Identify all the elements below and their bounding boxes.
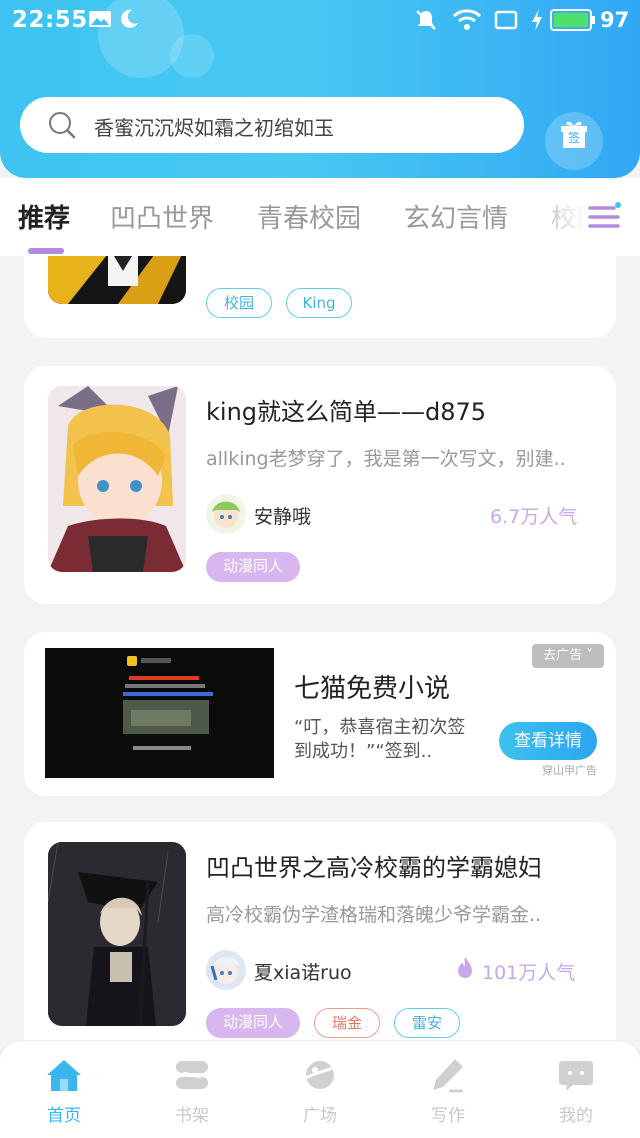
book-title[interactable]: 凹凸世界之高冷校霸的学霸媳妇	[206, 848, 542, 883]
status-bar: 22:55 97	[0, 0, 640, 40]
book-cover	[48, 256, 186, 304]
author-name[interactable]: 安静哦	[254, 502, 311, 529]
status-time: 22:55	[12, 7, 88, 33]
planet-icon	[302, 1061, 338, 1089]
category-tabs: 推荐 凹凸世界 青春校园 玄幻言情 校园	[0, 178, 640, 256]
ad-image	[45, 648, 274, 778]
home-icon	[47, 1060, 81, 1091]
charging-icon	[532, 9, 542, 31]
book-description: 高冷校霸伪学渣格瑞和落魄少爷学霸金..	[206, 904, 542, 926]
book-title[interactable]: king就这么简单——d875	[206, 392, 486, 427]
ad-details-button[interactable]: 查看详情	[499, 722, 597, 760]
bottom-navigation: 首页 书架 广场 写作 我的	[0, 1040, 640, 1138]
search-bar[interactable]: 香蜜沉沉烬如霜之初绾如玉	[20, 97, 524, 153]
app-screen: 22:55 97 香蜜沉沉烬如霜之初绾如玉 签 推荐 凹凸世界 青春校园 玄幻言…	[0, 0, 640, 1138]
book-cover	[48, 842, 186, 1026]
chevron-down-icon: ˅	[582, 648, 593, 663]
nav-mine[interactable]: 我的	[512, 1041, 640, 1138]
cover-art	[48, 842, 186, 1026]
nav-write[interactable]: 写作	[384, 1041, 512, 1138]
tab-fantasy-romance[interactable]: 玄幻言情	[404, 198, 508, 235]
popularity-count: 6.7万人气	[490, 506, 578, 528]
header: 22:55 97 香蜜沉沉烬如霜之初绾如玉 签	[0, 0, 640, 178]
search-icon	[49, 112, 76, 139]
mute-bell-icon	[416, 10, 436, 30]
ad-image-art	[45, 648, 274, 778]
category-menu-icon[interactable]	[588, 200, 622, 234]
tag[interactable]: 瑞金	[314, 1008, 380, 1038]
tag[interactable]: King	[286, 288, 352, 318]
active-tab-indicator	[28, 248, 64, 254]
tab-fade	[520, 178, 640, 256]
nav-label: 书架	[175, 1106, 209, 1126]
wifi-icon	[452, 9, 482, 30]
fire-icon	[458, 957, 472, 978]
author-avatar	[206, 950, 246, 990]
popularity-count: 101万人气	[482, 962, 576, 984]
search-placeholder: 香蜜沉沉烬如霜之初绾如玉	[94, 116, 334, 140]
ad-card[interactable]: 七猫免费小说 “叮，恭喜宿主初次签到成功！”“签到.. 查看详情 去广告 ˅ 穿…	[24, 632, 616, 796]
tab-recommend[interactable]: 推荐	[18, 198, 70, 235]
nav-label: 首页	[47, 1106, 81, 1126]
author-name[interactable]: 夏xia诺ruo	[254, 958, 352, 985]
chat-icon	[559, 1061, 593, 1091]
nav-label: 我的	[559, 1106, 593, 1126]
book-card[interactable]: 凹凸世界之高冷校霸的学霸媳妇 高冷校霸伪学渣格瑞和落魄少爷学霸金.. 夏xia诺…	[24, 822, 616, 1040]
tag[interactable]: 动漫同人	[206, 552, 300, 582]
ad-description: “叮，恭喜宿主初次签到成功！”“签到..	[294, 717, 466, 762]
tab-aotu-world[interactable]: 凹凸世界	[110, 198, 214, 235]
bookshelf-icon	[176, 1061, 208, 1089]
ad-source: 穿山甲广告	[542, 764, 597, 777]
gallery-icon	[89, 11, 111, 27]
checkin-gift-button[interactable]: 签	[545, 112, 603, 170]
tab-youth-campus[interactable]: 青春校园	[257, 198, 361, 235]
cover-art	[48, 386, 186, 572]
tag[interactable]: 校园	[206, 288, 272, 318]
cover-art	[48, 256, 186, 304]
remove-ad-button[interactable]: 去广告 ˅	[532, 644, 604, 668]
moon-icon	[121, 9, 138, 28]
tag[interactable]: 雷安	[394, 1008, 460, 1038]
nav-home[interactable]: 首页	[0, 1041, 128, 1138]
tag[interactable]: 动漫同人	[206, 1008, 300, 1038]
nav-label: 写作	[431, 1106, 465, 1126]
pen-icon	[433, 1059, 463, 1093]
nav-square[interactable]: 广场	[256, 1041, 384, 1138]
book-card[interactable]: king就这么简单——d875 allking老梦穿了，我是第一次写文，别建..…	[24, 366, 616, 604]
book-description: allking老梦穿了，我是第一次写文，别建..	[206, 448, 566, 470]
gift-label: 签	[567, 131, 580, 145]
decor-bubble	[170, 34, 214, 78]
battery-level: 97	[600, 8, 630, 32]
ad-title[interactable]: 七猫免费小说	[294, 668, 450, 705]
battery-icon	[550, 9, 595, 31]
nav-label: 广场	[303, 1106, 337, 1126]
remove-ad-label: 去广告	[543, 648, 583, 663]
book-card-partial[interactable]: 校园 King	[24, 256, 616, 338]
nav-bookshelf[interactable]: 书架	[128, 1041, 256, 1138]
sim-icon	[494, 10, 518, 30]
book-cover	[48, 386, 186, 572]
book-feed: 校园 King king就这么简单——d875 allking老梦穿了，我是第一…	[0, 256, 640, 1040]
author-avatar	[206, 494, 246, 534]
